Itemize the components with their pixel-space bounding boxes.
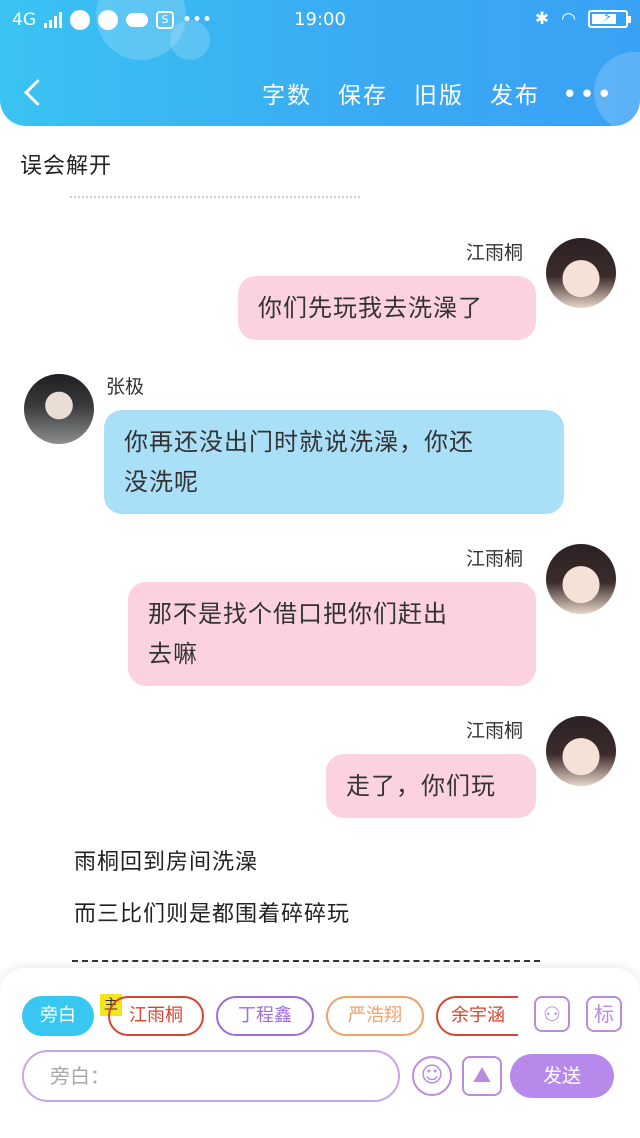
message-text: 你们先玩我去洗澡了 bbox=[258, 294, 483, 322]
bluetooth-icon: ✱ bbox=[534, 9, 550, 29]
emoji-icon[interactable]: ☺ bbox=[412, 1056, 452, 1096]
sender-name: 江雨桐 bbox=[466, 548, 524, 570]
character-icon[interactable]: ⚇ bbox=[534, 996, 570, 1032]
publish-button[interactable]: 发布 bbox=[490, 76, 540, 110]
send-button[interactable]: 发送 bbox=[510, 1054, 614, 1098]
old-version-button[interactable]: 旧版 bbox=[414, 76, 464, 110]
message-bubble[interactable]: 你再还没出门时就说洗澡，你还 没洗呢 bbox=[104, 410, 564, 514]
message-text-line: 去嘛 bbox=[148, 640, 198, 668]
scene-divider bbox=[72, 960, 540, 962]
message-text-line: 那不是找个借口把你们赶出 bbox=[148, 600, 448, 628]
chip-character-yuyuhan[interactable]: 余宇涵 bbox=[436, 996, 518, 1036]
navigation-bar: 字数 保存 旧版 发布 ••• bbox=[0, 64, 640, 120]
tag-icon[interactable]: 标 bbox=[586, 996, 622, 1032]
avatar[interactable] bbox=[24, 374, 94, 444]
save-button[interactable]: 保存 bbox=[338, 76, 388, 110]
narration-text: 雨桐回到房间洗澡 bbox=[74, 850, 259, 875]
avatar[interactable] bbox=[546, 716, 616, 786]
narration-text: 而三比们则是都围着碎碎玩 bbox=[74, 902, 351, 927]
back-icon[interactable] bbox=[18, 74, 54, 110]
chip-character-dingchengxin[interactable]: 丁程鑫 bbox=[216, 996, 314, 1036]
message-bubble[interactable]: 你们先玩我去洗澡了 bbox=[238, 276, 536, 340]
avatar[interactable] bbox=[546, 544, 616, 614]
sender-name: 张极 bbox=[106, 376, 145, 398]
word-count-button[interactable]: 字数 bbox=[262, 76, 312, 110]
message-bubble[interactable]: 那不是找个借口把你们赶出 去嘛 bbox=[128, 582, 536, 686]
sender-name: 江雨桐 bbox=[466, 242, 524, 264]
nav-actions: 字数 保存 旧版 发布 bbox=[262, 76, 540, 110]
chip-character-jiangyutong[interactable]: 江雨桐 bbox=[108, 996, 204, 1036]
editor-panel: 旁白 主 江雨桐 丁程鑫 严浩翔 余宇涵 ⚇ 标 旁白： ☺ ⛰ 发送 bbox=[0, 968, 640, 1138]
image-icon[interactable]: ⛰ bbox=[462, 1056, 502, 1096]
wifi-icon: ◠ bbox=[561, 9, 576, 29]
message-bubble[interactable]: 走了，你们玩 bbox=[326, 754, 536, 818]
charging-icon: ⚡ bbox=[603, 10, 613, 25]
divider-faint bbox=[70, 196, 360, 204]
sender-name: 江雨桐 bbox=[466, 720, 524, 742]
more-menu-icon[interactable]: ••• bbox=[562, 80, 614, 110]
status-bar: 4G S ••• 19:00 ✱ ◠ ⚡ bbox=[0, 0, 640, 44]
narration-text: 误会解开 bbox=[20, 154, 113, 179]
chip-narration[interactable]: 旁白 bbox=[22, 996, 94, 1036]
message-text-line: 你再还没出门时就说洗澡，你还 bbox=[124, 428, 474, 456]
message-text: 走了，你们玩 bbox=[346, 772, 496, 800]
chip-character-yanhaoxiang[interactable]: 严浩翔 bbox=[326, 996, 424, 1036]
battery-icon: ⚡ bbox=[588, 10, 631, 28]
avatar[interactable] bbox=[546, 238, 616, 308]
message-input[interactable]: 旁白： bbox=[22, 1050, 400, 1102]
app-header: 4G S ••• 19:00 ✱ ◠ ⚡ 字数 保存 旧版 发布 ••• bbox=[0, 0, 640, 126]
message-text-line: 没洗呢 bbox=[124, 468, 199, 496]
